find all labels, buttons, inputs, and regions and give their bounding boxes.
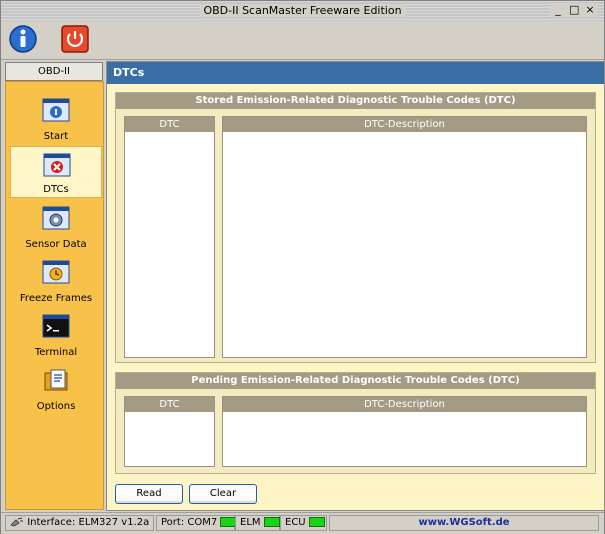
sidebar-item-label: Freeze Frames — [19, 293, 93, 304]
terminal-icon — [42, 314, 70, 338]
website-link[interactable]: www.WGSoft.de — [329, 515, 599, 531]
sidebar: Start DTCs Sensor Data Freeze Frames Ter… — [5, 81, 104, 510]
ecu-led — [308, 517, 325, 527]
ecu-text: ECU — [285, 517, 306, 528]
status-bar: Interface: ELM327 v1.2a Port: COM7 ELM E… — [1, 512, 604, 534]
sidebar-item-dtcs[interactable]: DTCs — [10, 146, 102, 198]
sidebar-item-label: Start — [43, 131, 69, 142]
clock-icon — [42, 260, 70, 284]
minimize-button[interactable]: _ — [553, 3, 563, 17]
toolbar — [1, 21, 604, 60]
ecu-status: ECU — [280, 515, 327, 531]
elm-status: ELM — [235, 515, 280, 531]
clear-button[interactable]: Clear — [189, 484, 257, 504]
interface-text: Interface: ELM327 v1.2a — [27, 517, 150, 528]
stored-dtc-list[interactable]: DTC — [124, 116, 215, 358]
sidebar-item-label: Sensor Data — [25, 239, 87, 250]
interface-status: Interface: ELM327 v1.2a — [5, 515, 154, 531]
sidebar-item-options[interactable]: Options — [10, 362, 102, 414]
power-icon — [61, 25, 89, 53]
elm-text: ELM — [240, 517, 261, 528]
port-led — [220, 517, 237, 527]
plug-icon — [10, 517, 23, 527]
stored-description-column-header[interactable]: DTC-Description — [223, 117, 586, 132]
sidebar-item-terminal[interactable]: Terminal — [10, 308, 102, 360]
pending-dtc-column-header[interactable]: DTC — [125, 397, 214, 412]
info-button[interactable] — [7, 23, 39, 55]
stored-description-list[interactable]: DTC-Description — [222, 116, 587, 358]
start-icon — [42, 98, 70, 122]
port-status: Port: COM7 — [156, 515, 237, 531]
stored-dtc-title: Stored Emission-Related Diagnostic Troub… — [116, 93, 595, 109]
sidebar-item-label: Options — [36, 401, 76, 412]
sidebar-item-start[interactable]: Start — [10, 92, 102, 144]
pending-dtc-list[interactable]: DTC — [124, 396, 215, 467]
power-button[interactable] — [59, 23, 91, 55]
panel-header: DTCs — [107, 62, 604, 84]
gear-icon — [42, 206, 70, 230]
options-icon — [44, 369, 68, 391]
main-panel: DTCs Stored Emission-Related Diagnostic … — [106, 61, 605, 511]
sidebar-item-sensor-data[interactable]: Sensor Data — [10, 200, 102, 252]
page-title: DTCs — [113, 66, 145, 79]
port-text: Port: COM7 — [161, 517, 218, 528]
pending-dtc-group: Pending Emission-Related Diagnostic Trou… — [115, 372, 596, 474]
read-button[interactable]: Read — [115, 484, 183, 504]
error-icon — [43, 153, 71, 177]
sidebar-header: OBD-II — [5, 62, 103, 81]
window-title: OBD-II ScanMaster Freeware Edition — [199, 4, 406, 17]
app-window: OBD-II ScanMaster Freeware Edition _ □ ×… — [0, 0, 605, 534]
elm-led — [263, 517, 280, 527]
pending-description-list[interactable]: DTC-Description — [222, 396, 587, 467]
sidebar-item-label: DTCs — [43, 184, 69, 195]
pending-description-column-header[interactable]: DTC-Description — [223, 397, 586, 412]
info-icon — [9, 25, 37, 53]
title-bar[interactable]: OBD-II ScanMaster Freeware Edition _ □ × — [1, 1, 604, 21]
maximize-button[interactable]: □ — [569, 3, 579, 17]
close-button[interactable]: × — [585, 3, 595, 17]
stored-dtc-group: Stored Emission-Related Diagnostic Troub… — [115, 92, 596, 363]
window-controls: _ □ × — [550, 3, 598, 17]
stored-dtc-column-header[interactable]: DTC — [125, 117, 214, 132]
pending-dtc-title: Pending Emission-Related Diagnostic Trou… — [116, 373, 595, 389]
sidebar-item-freeze-frames[interactable]: Freeze Frames — [10, 254, 102, 306]
sidebar-item-label: Terminal — [34, 347, 78, 358]
